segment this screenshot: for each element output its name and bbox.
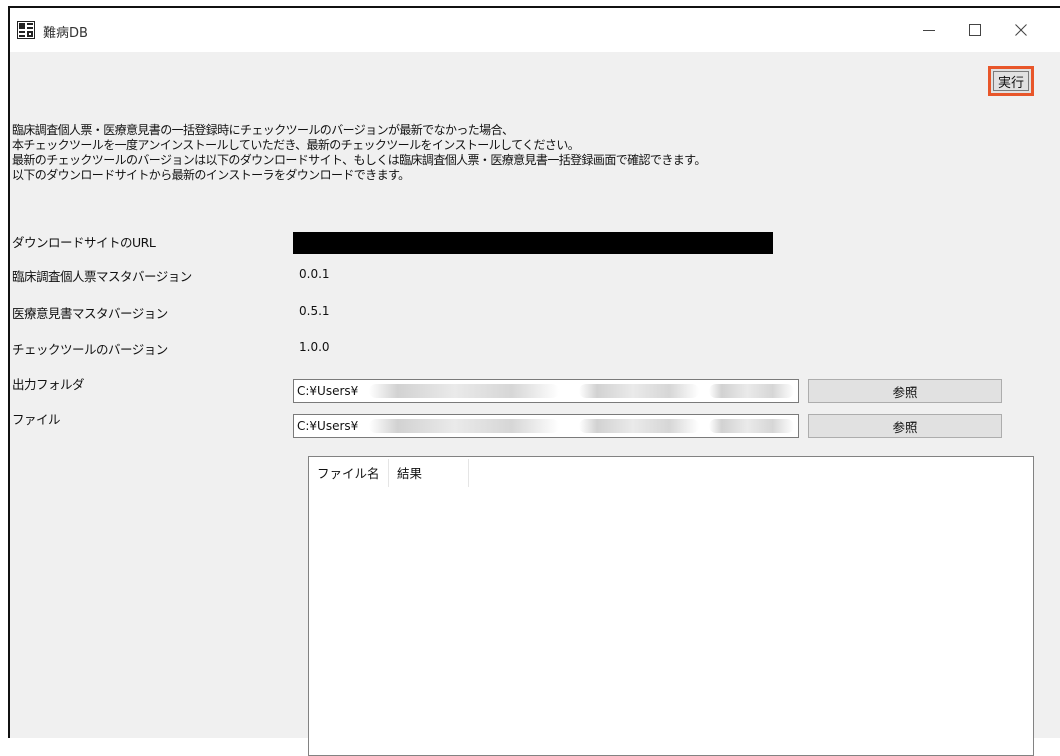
description-line: 臨床調査個人票・医療意見書の一括登録時にチェックツールのバージョンが最新でなかっ… — [12, 123, 514, 137]
output-folder-label: 出力フォルダ — [12, 377, 85, 392]
title-bar[interactable]: 難病DB — [10, 8, 1060, 52]
output-folder-path: C:¥Users¥ — [297, 384, 359, 398]
main-content: 実行 臨床調査個人票・医療意見書の一括登録時にチェックツールのバージョンが最新で… — [10, 52, 1060, 756]
medical-master-version-value: 0.5.1 — [299, 304, 330, 318]
minimize-icon — [923, 24, 935, 36]
description-line: 最新のチェックツールのバージョンは以下のダウンロードサイト、もしくは臨床調査個人… — [12, 153, 706, 167]
file-browse-button[interactable]: 参照 — [808, 414, 1002, 438]
window-title: 難病DB — [43, 26, 88, 41]
results-list[interactable]: ファイル名 結果 — [308, 456, 1034, 756]
tool-version-label: チェックツールのバージョン — [12, 342, 168, 357]
description-line: 以下のダウンロードサイトから最新のインストーラをダウンロードできます。 — [12, 168, 410, 182]
run-button[interactable]: 実行 — [988, 66, 1034, 96]
column-header-result[interactable]: 結果 — [389, 457, 469, 487]
close-icon — [1015, 24, 1027, 36]
output-folder-field[interactable]: C:¥Users¥ — [293, 379, 799, 403]
description-line: 本チェックツールを一度アンインストールしていただき、最新のチェックツールをインス… — [12, 138, 580, 152]
medical-master-version-label: 医療意見書マスタバージョン — [12, 306, 168, 321]
tool-version-value: 1.0.0 — [299, 340, 330, 354]
column-header-filename[interactable]: ファイル名 — [309, 457, 389, 487]
download-url-label: ダウンロードサイトのURL — [12, 235, 156, 250]
close-button[interactable] — [998, 8, 1044, 52]
file-label: ファイル — [12, 412, 61, 427]
app-grid-icon — [17, 21, 35, 39]
clinical-master-version-label: 臨床調査個人票マスタバージョン — [12, 269, 192, 284]
maximize-button[interactable] — [952, 8, 998, 52]
output-folder-browse-button[interactable]: 参照 — [808, 379, 1002, 403]
file-field[interactable]: C:¥Users¥ — [293, 414, 799, 438]
column-divider[interactable] — [468, 459, 469, 487]
download-url-value-redacted — [293, 232, 773, 254]
file-path: C:¥Users¥ — [297, 419, 359, 433]
minimize-button[interactable] — [906, 8, 952, 52]
clinical-master-version-value: 0.0.1 — [299, 267, 330, 281]
maximize-icon — [969, 24, 981, 36]
description-text: 臨床調査個人票・医療意見書の一括登録時にチェックツールのバージョンが最新でなかっ… — [12, 123, 706, 183]
app-window: 難病DB 実行 臨床調査個人票・医療意見書の一括登録時にチェックツールのバージョ… — [8, 6, 1060, 756]
